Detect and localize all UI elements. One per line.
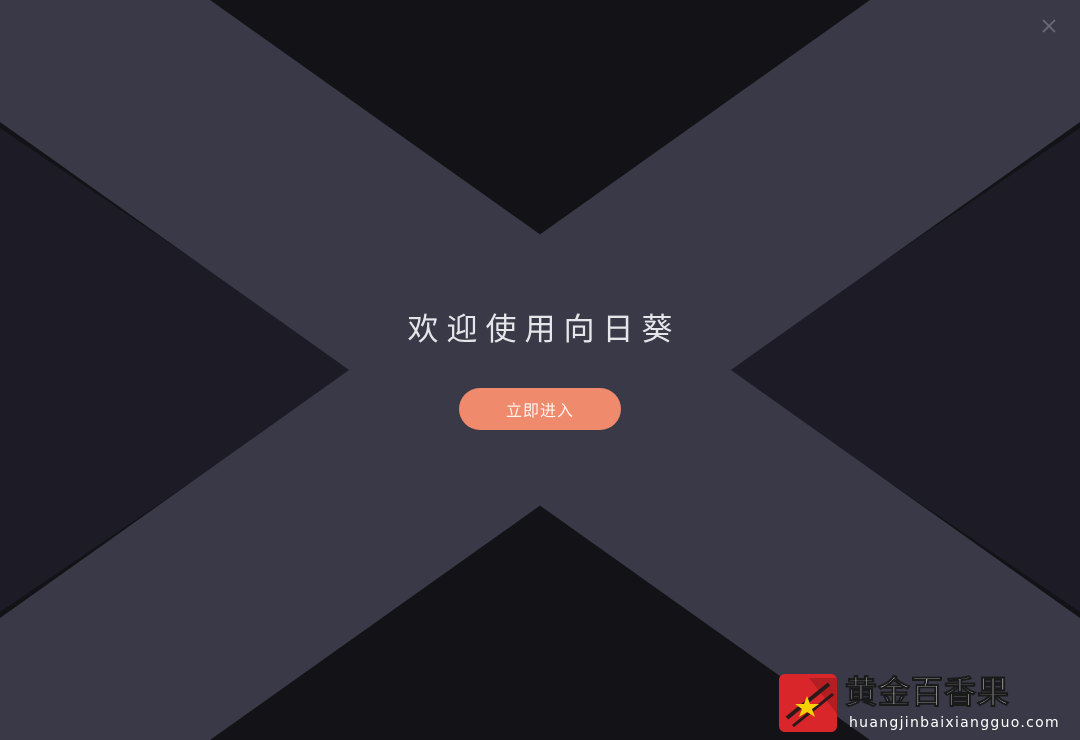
watermark-title: 黄金百香果 (844, 673, 1011, 712)
watermark-url: huangjinbaixiangguo.com (849, 715, 1060, 731)
welcome-title: 欢迎使用向日葵 (407, 312, 681, 348)
close-button[interactable] (1034, 11, 1064, 41)
watermark-logo (779, 674, 837, 732)
welcome-panel: 欢迎使用向日葵 立即进入 (0, 300, 1080, 430)
star-logo-icon (779, 674, 837, 732)
welcome-window: 欢迎使用向日葵 立即进入 黄金百香果 huangjinbaixiangguo.c… (0, 0, 1080, 740)
enter-now-button[interactable]: 立即进入 (459, 388, 621, 430)
watermark: 黄金百香果 huangjinbaixiangguo.com (779, 672, 1071, 734)
close-icon (1042, 19, 1056, 33)
